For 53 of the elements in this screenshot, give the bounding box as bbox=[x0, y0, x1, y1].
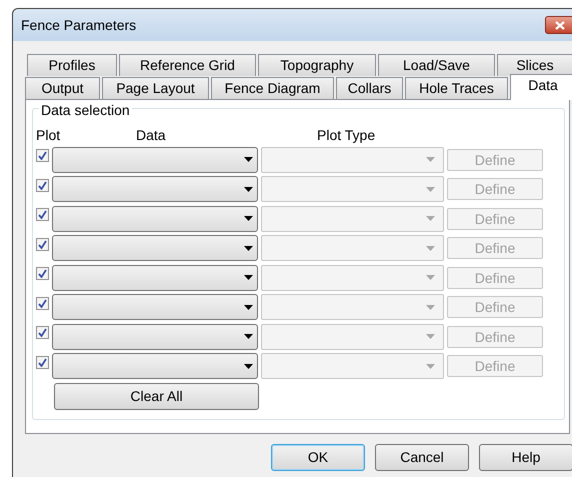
data-dropdown[interactable] bbox=[52, 324, 258, 350]
close-icon bbox=[555, 20, 565, 30]
tab[interactable]: Profiles bbox=[27, 54, 117, 76]
dropdown-arrow-icon bbox=[426, 275, 435, 280]
dropdown-arrow-icon bbox=[244, 246, 253, 251]
tab[interactable]: Reference Grid bbox=[119, 54, 256, 76]
tab[interactable]: Fence Diagram bbox=[211, 77, 334, 99]
data-dropdown[interactable] bbox=[52, 353, 258, 380]
dropdown-arrow-icon bbox=[244, 157, 253, 162]
window-title: Fence Parameters bbox=[21, 16, 136, 34]
data-dropdown[interactable] bbox=[52, 264, 258, 291]
column-header: Plot bbox=[36, 126, 62, 144]
tab[interactable]: Load/Save bbox=[378, 54, 495, 76]
dropdown-arrow-icon bbox=[426, 216, 435, 222]
data-dropdown[interactable] bbox=[52, 176, 258, 202]
column-header: Plot Type bbox=[317, 126, 376, 145]
tab[interactable]: Page Layout bbox=[102, 77, 209, 99]
check-icon bbox=[38, 298, 47, 308]
data-dropdown[interactable] bbox=[52, 206, 258, 232]
dialog-button[interactable]: Help bbox=[479, 444, 572, 471]
check-icon bbox=[38, 358, 47, 367]
dropdown-arrow-icon bbox=[244, 304, 253, 310]
data-dropdown[interactable] bbox=[52, 235, 258, 262]
tab[interactable]: Topography bbox=[258, 54, 376, 76]
data-dropdown[interactable] bbox=[52, 146, 258, 173]
dropdown-arrow-icon bbox=[426, 364, 435, 369]
dropdown-arrow-icon bbox=[426, 186, 435, 192]
dropdown-arrow-icon bbox=[244, 364, 253, 369]
check-icon bbox=[38, 240, 47, 249]
tab[interactable]: Output bbox=[25, 77, 100, 99]
check-icon bbox=[38, 151, 47, 160]
dropdown-arrow-icon bbox=[426, 304, 435, 310]
check-icon bbox=[38, 269, 47, 278]
dialog-button[interactable]: Cancel bbox=[375, 444, 469, 471]
dropdown-arrow-icon bbox=[244, 275, 253, 280]
dropdown-arrow-icon bbox=[426, 246, 435, 251]
close-button[interactable] bbox=[545, 16, 572, 34]
tab[interactable]: Slices bbox=[497, 54, 572, 76]
tab[interactable]: Hole Traces bbox=[405, 77, 508, 99]
dropdown-arrow-icon bbox=[426, 334, 435, 340]
column-header: Data bbox=[136, 126, 167, 144]
dropdown-arrow-icon bbox=[244, 334, 253, 340]
dropdown-arrow-icon bbox=[244, 216, 253, 222]
dialog-button[interactable]: OK bbox=[271, 444, 365, 471]
data-dropdown[interactable] bbox=[52, 294, 258, 320]
check-icon bbox=[38, 328, 47, 338]
check-icon bbox=[38, 180, 47, 190]
dropdown-arrow-icon bbox=[426, 157, 435, 162]
dropdown-arrow-icon bbox=[244, 186, 253, 192]
tab[interactable]: Data bbox=[510, 74, 572, 100]
check-icon bbox=[38, 210, 47, 220]
clear-all-button[interactable]: Clear All bbox=[54, 383, 259, 410]
tab[interactable]: Collars bbox=[336, 77, 403, 99]
